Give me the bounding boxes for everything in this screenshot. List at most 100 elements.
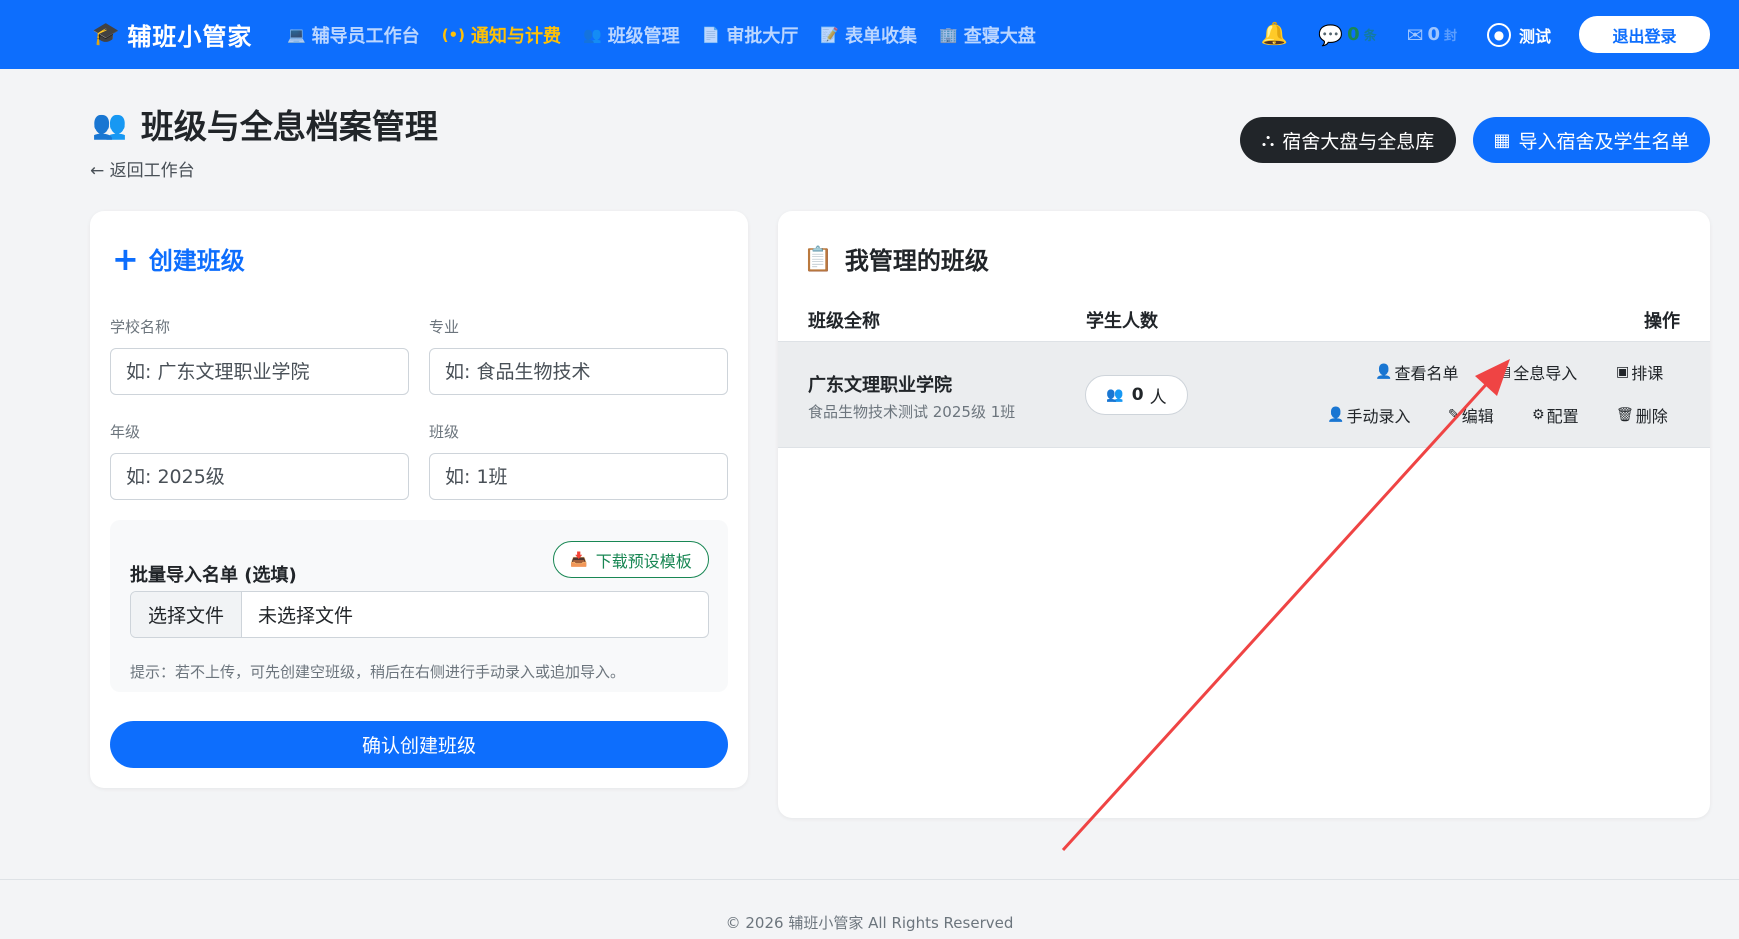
- building-icon: ▦: [1493, 129, 1511, 151]
- delete-button[interactable]: 🗑 删除: [1616, 403, 1668, 427]
- brand-name: 辅班小管家: [127, 23, 253, 51]
- file-name-display: 未选择文件: [258, 605, 354, 627]
- import-dorm-students-button[interactable]: ▦ 导入宿舍及学生名单: [1473, 117, 1710, 163]
- view-roster-label: 查看名单: [1394, 364, 1459, 383]
- class-full-name: 食品生物技术测试 2025级 1班: [808, 403, 1016, 421]
- message-count: 0: [1347, 24, 1360, 45]
- confirm-create-class-button[interactable]: 确认创建班级: [110, 721, 728, 768]
- grade-input[interactable]: [110, 453, 409, 500]
- laptop-icon: 💻: [287, 25, 306, 44]
- nav-item-dorm-check[interactable]: 🏢 查寝大盘: [939, 22, 1036, 48]
- student-count-badge: 👥 0 人: [1085, 375, 1188, 415]
- school-input[interactable]: [110, 348, 409, 395]
- user-circle-icon: ●: [1486, 22, 1511, 47]
- nav-item-class-management[interactable]: 👥 班级管理: [583, 22, 680, 48]
- nav-item-approval-hall[interactable]: 📄 审批大厅: [702, 22, 799, 48]
- major-label: 专业: [429, 318, 460, 336]
- broadcast-icon: (•): [441, 25, 465, 44]
- class-school-name: 广东文理职业学院: [808, 375, 952, 396]
- edit-button[interactable]: ✎ 编辑: [1448, 403, 1494, 427]
- edit-label: 编辑: [1461, 407, 1494, 426]
- manual-entry-button[interactable]: 👤 手动录入: [1327, 403, 1410, 427]
- document-icon: 📄: [701, 25, 721, 44]
- config-button[interactable]: ⚙ 配置: [1532, 403, 1579, 427]
- nav-item-form-collection[interactable]: 📝 表单收集: [820, 22, 917, 48]
- class-input[interactable]: [429, 453, 728, 500]
- dorm-board-label: 宿舍大盘与全息库: [1282, 130, 1435, 153]
- building-icon: 🏢: [939, 25, 958, 44]
- file-input[interactable]: 选择文件 未选择文件: [130, 591, 709, 638]
- mail-counter[interactable]: ✉ 0 封: [1407, 23, 1457, 47]
- people-icon: 👥: [583, 25, 602, 44]
- chat-icon: 💬: [1318, 22, 1344, 47]
- mail-count: 0: [1427, 24, 1440, 45]
- sitemap-icon: ⛬: [1261, 129, 1275, 151]
- column-header-name: 班级全称: [808, 311, 880, 332]
- nav-item-label: 查寝大盘: [963, 25, 1036, 47]
- holographic-import-button[interactable]: ▤ 全息导入: [1498, 360, 1577, 384]
- import-dorm-students-label: 导入宿舍及学生名单: [1518, 130, 1690, 153]
- people-icon: 👥: [1106, 387, 1124, 403]
- message-unit: 条: [1363, 29, 1377, 44]
- schedule-button[interactable]: ▣ 排课: [1616, 360, 1663, 384]
- user-name: 测试: [1518, 26, 1551, 46]
- brand[interactable]: 🎓 辅班小管家: [92, 0, 252, 69]
- import-hint: 提示：若不上传，可先创建空班级，稍后在右侧进行手动录入或追加导入。: [130, 663, 626, 681]
- plus-icon: +: [112, 239, 139, 278]
- clipboard-icon: 📋: [803, 244, 833, 273]
- nav-item-label: 班级管理: [607, 25, 680, 47]
- create-class-card: + 创建班级 学校名称 专业 年级 班级 批量导入名单 (选填) 📥 下载预设模…: [90, 211, 748, 788]
- student-count-unit: 人: [1149, 387, 1167, 408]
- footer-divider: [0, 879, 1739, 880]
- download-icon: 📥: [570, 551, 588, 568]
- footer-copyright: © 2026 辅班小管家 All Rights Reserved: [725, 914, 1014, 932]
- holographic-import-label: 全息导入: [1513, 364, 1578, 383]
- schedule-label: 排课: [1631, 364, 1664, 383]
- user-icon: 👤: [1375, 364, 1393, 380]
- page-header: 👥 班级与全息档案管理: [92, 100, 438, 148]
- nav-item-label: 表单收集: [845, 25, 918, 47]
- student-count: 0: [1131, 385, 1144, 405]
- mail-icon: ✉: [1406, 22, 1424, 47]
- view-roster-button[interactable]: 👤 查看名单: [1375, 360, 1458, 384]
- top-navbar: 🎓 辅班小管家 💻 辅导员工作台 (•) 通知与计费 👥 班级管理 📄 审批大厅…: [0, 0, 1739, 69]
- nav-item-workbench[interactable]: 💻 辅导员工作台: [287, 22, 420, 48]
- delete-label: 删除: [1635, 407, 1668, 426]
- bell-icon[interactable]: 🔔: [1261, 22, 1288, 47]
- manual-entry-label: 手动录入: [1346, 407, 1411, 426]
- school-label: 学校名称: [110, 318, 171, 336]
- column-header-count: 学生人数: [1086, 311, 1158, 332]
- back-to-workbench-link[interactable]: ← 返回工作台: [90, 156, 195, 181]
- config-label: 配置: [1546, 407, 1579, 426]
- logout-button[interactable]: 退出登录: [1579, 16, 1710, 53]
- nav-item-label: 审批大厅: [726, 25, 799, 47]
- table-header: 班级全称 学生人数 操作: [778, 292, 1710, 342]
- create-class-heading: 创建班级: [148, 247, 245, 275]
- download-template-button[interactable]: 📥 下载预设模板: [553, 541, 709, 578]
- form-icon: 📝: [820, 25, 840, 44]
- topbar-right: 🔔 💬 0 条 ✉ 0 封 ● 测试 退出登录: [1261, 0, 1710, 69]
- choose-file-button[interactable]: 选择文件: [131, 592, 242, 637]
- nav-item-label: 通知与计费: [471, 25, 561, 47]
- download-template-label: 下载预设模板: [595, 551, 692, 571]
- dorm-board-button[interactable]: ⛬ 宿舍大盘与全息库: [1240, 117, 1456, 163]
- gear-icon: ⚙: [1532, 407, 1545, 423]
- graduation-cap-icon: 🎓: [92, 22, 120, 47]
- create-class-title: + 创建班级: [112, 241, 245, 276]
- nav-item-notice-billing[interactable]: (•) 通知与计费: [442, 22, 561, 48]
- column-header-actions: 操作: [1644, 311, 1680, 332]
- message-counter[interactable]: 💬 0 条: [1318, 23, 1376, 47]
- user-plus-icon: 👤: [1327, 407, 1345, 423]
- my-classes-title: 📋 我管理的班级: [803, 241, 989, 276]
- trash-icon: 🗑: [1616, 407, 1634, 423]
- page-title: 班级与全息档案管理: [140, 107, 438, 146]
- mail-unit: 封: [1443, 29, 1457, 44]
- table-row: 广东文理职业学院 食品生物技术测试 2025级 1班 👥 0 人 👤 查看名单 …: [778, 342, 1710, 448]
- nav-item-label: 辅导员工作台: [311, 25, 420, 47]
- main-nav: 💻 辅导员工作台 (•) 通知与计费 👥 班级管理 📄 审批大厅 📝 表单收集 …: [287, 0, 1058, 69]
- user-menu[interactable]: ● 测试: [1486, 22, 1551, 47]
- class-label: 班级: [429, 423, 460, 441]
- file-spreadsheet-icon: ▤: [1498, 364, 1512, 380]
- edit-icon: ✎: [1448, 407, 1460, 423]
- major-input[interactable]: [429, 348, 728, 395]
